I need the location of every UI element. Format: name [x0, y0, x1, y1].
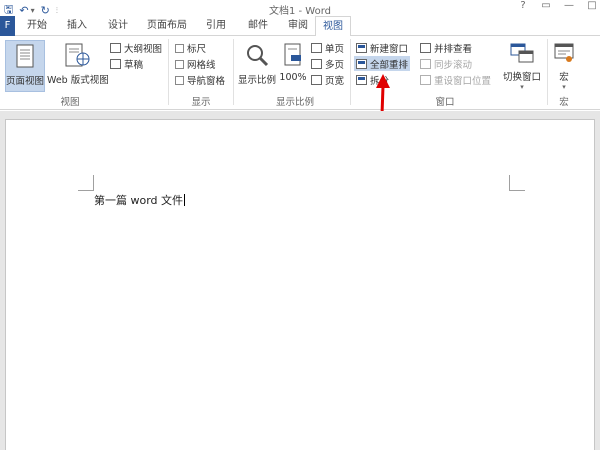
tab-design[interactable]: 设计 [103, 16, 133, 36]
gridlines-label: 网格线 [187, 60, 216, 71]
reset-position-button[interactable]: 重设窗口位置 [420, 73, 491, 87]
print-layout-icon [16, 44, 34, 68]
sync-scroll-button[interactable]: 同步滚动 [420, 57, 472, 71]
switch-windows-dropdown-icon: ▾ [520, 83, 524, 91]
one-page-label: 单页 [325, 44, 345, 55]
macros-dropdown-icon: ▾ [562, 83, 566, 91]
new-window-label: 新建窗口 [370, 44, 409, 55]
page-width-label: 页宽 [325, 76, 345, 87]
ribbon: 页面视图 Web 版式视图 大纲视图 草稿 视图 标尺 网格线 导航窗格 显示 [0, 36, 600, 145]
macros-button[interactable]: 宏 ▾ [551, 40, 577, 92]
views-group-label: 视图 [60, 97, 80, 108]
separator [233, 39, 234, 105]
document-page[interactable]: 第一篇 word 文件 [5, 119, 595, 450]
zoom-100-label: 100% [279, 72, 307, 83]
arrange-all-button[interactable]: 全部重排 [354, 56, 411, 71]
margin-corner-top-right [509, 175, 525, 191]
zoom-button[interactable]: 显示比例 [236, 40, 278, 92]
side-by-side-icon [420, 43, 431, 53]
ribbon-display-button[interactable]: ▭ [540, 0, 552, 11]
nav-pane-checkbox[interactable]: 导航窗格 [175, 73, 225, 87]
tab-file[interactable]: F [0, 16, 15, 36]
tab-review[interactable]: 审阅 [283, 16, 313, 36]
new-window-icon [356, 43, 367, 53]
sync-scroll-icon [420, 59, 431, 69]
tab-view[interactable]: 视图 [315, 16, 351, 37]
ruler-label: 标尺 [187, 44, 207, 55]
document-text-line[interactable]: 第一篇 word 文件 [94, 192, 186, 208]
reset-position-icon [420, 75, 431, 85]
show-group-label: 显示 [191, 97, 211, 108]
ruler-check-icon[interactable] [175, 43, 184, 53]
arrange-all-label: 全部重排 [370, 59, 409, 71]
tab-home[interactable]: 开始 [20, 16, 54, 36]
outline-button[interactable]: 大纲视图 [110, 41, 162, 55]
web-layout-icon [65, 43, 90, 67]
switch-windows-button[interactable]: 切换窗口 ▾ [500, 40, 544, 92]
page-width-button[interactable]: 页宽 [311, 73, 344, 87]
draft-icon [110, 59, 121, 69]
macros-label: 宏 [559, 72, 569, 83]
separator [350, 39, 351, 105]
separator [168, 39, 169, 105]
window-group-label: 窗口 [435, 97, 455, 108]
window-controls: ? ▭ — □ [517, 0, 598, 11]
maximize-button[interactable]: □ [586, 0, 598, 11]
print-layout-button[interactable]: 页面视图 [5, 40, 45, 92]
web-layout-label: Web 版式视图 [47, 75, 109, 86]
tab-mailings[interactable]: 邮件 [243, 16, 273, 36]
margin-corner-top-left [78, 175, 94, 191]
sync-scroll-label: 同步滚动 [434, 60, 473, 71]
zoom-100-icon [284, 43, 301, 66]
print-layout-label: 页面视图 [6, 76, 45, 87]
nav-pane-check-icon[interactable] [175, 75, 184, 85]
switch-windows-icon [510, 43, 534, 63]
side-by-side-button[interactable]: 并排查看 [420, 41, 472, 55]
nav-pane-label: 导航窗格 [187, 76, 226, 87]
switch-windows-label: 切换窗口 [502, 72, 541, 83]
text-cursor [184, 194, 186, 206]
gridlines-checkbox[interactable]: 网格线 [175, 57, 216, 71]
separator [547, 39, 548, 105]
arrange-all-icon [356, 58, 367, 69]
outline-label: 大纲视图 [124, 44, 163, 55]
zoom-100-button[interactable]: 100% [279, 40, 307, 92]
reset-position-label: 重设窗口位置 [434, 76, 492, 87]
web-layout-button[interactable]: Web 版式视图 [47, 40, 109, 92]
draft-label: 草稿 [124, 60, 144, 71]
page-width-icon [311, 75, 322, 85]
tab-layout[interactable]: 页面布局 [142, 16, 192, 36]
draft-button[interactable]: 草稿 [110, 57, 143, 71]
magnifier-icon [247, 45, 269, 67]
ribbon-tabs: F 开始 插入 设计 页面布局 引用 邮件 审阅 视图 [0, 16, 600, 37]
tab-insert[interactable]: 插入 [62, 16, 92, 36]
document-area[interactable]: 第一篇 word 文件 [0, 111, 600, 450]
tab-references[interactable]: 引用 [201, 16, 231, 36]
new-window-button[interactable]: 新建窗口 [356, 41, 408, 55]
multi-page-icon [311, 59, 322, 69]
minimize-button[interactable]: — [563, 0, 575, 11]
one-page-button[interactable]: 单页 [311, 41, 344, 55]
help-button[interactable]: ? [517, 0, 529, 11]
ruler-checkbox[interactable]: 标尺 [175, 41, 206, 55]
title-bar: 🖫 ↶ ▾ ↻ ⫶ 文档1 - Word ? ▭ — □ [0, 0, 600, 17]
multi-page-button[interactable]: 多页 [311, 57, 344, 71]
outline-icon [110, 43, 121, 53]
gridlines-check-icon[interactable] [175, 59, 184, 69]
one-page-icon [311, 43, 322, 53]
document-text: 第一篇 word 文件 [94, 194, 184, 207]
zoom-group-label: 显示比例 [275, 97, 314, 108]
multi-page-label: 多页 [325, 60, 345, 71]
macros-icon [554, 43, 574, 62]
side-by-side-label: 并排查看 [434, 44, 473, 55]
macros-group-label: 宏 [559, 97, 569, 108]
split-icon [356, 75, 367, 85]
window-title: 文档1 - Word [268, 6, 332, 17]
zoom-label: 显示比例 [237, 75, 276, 86]
